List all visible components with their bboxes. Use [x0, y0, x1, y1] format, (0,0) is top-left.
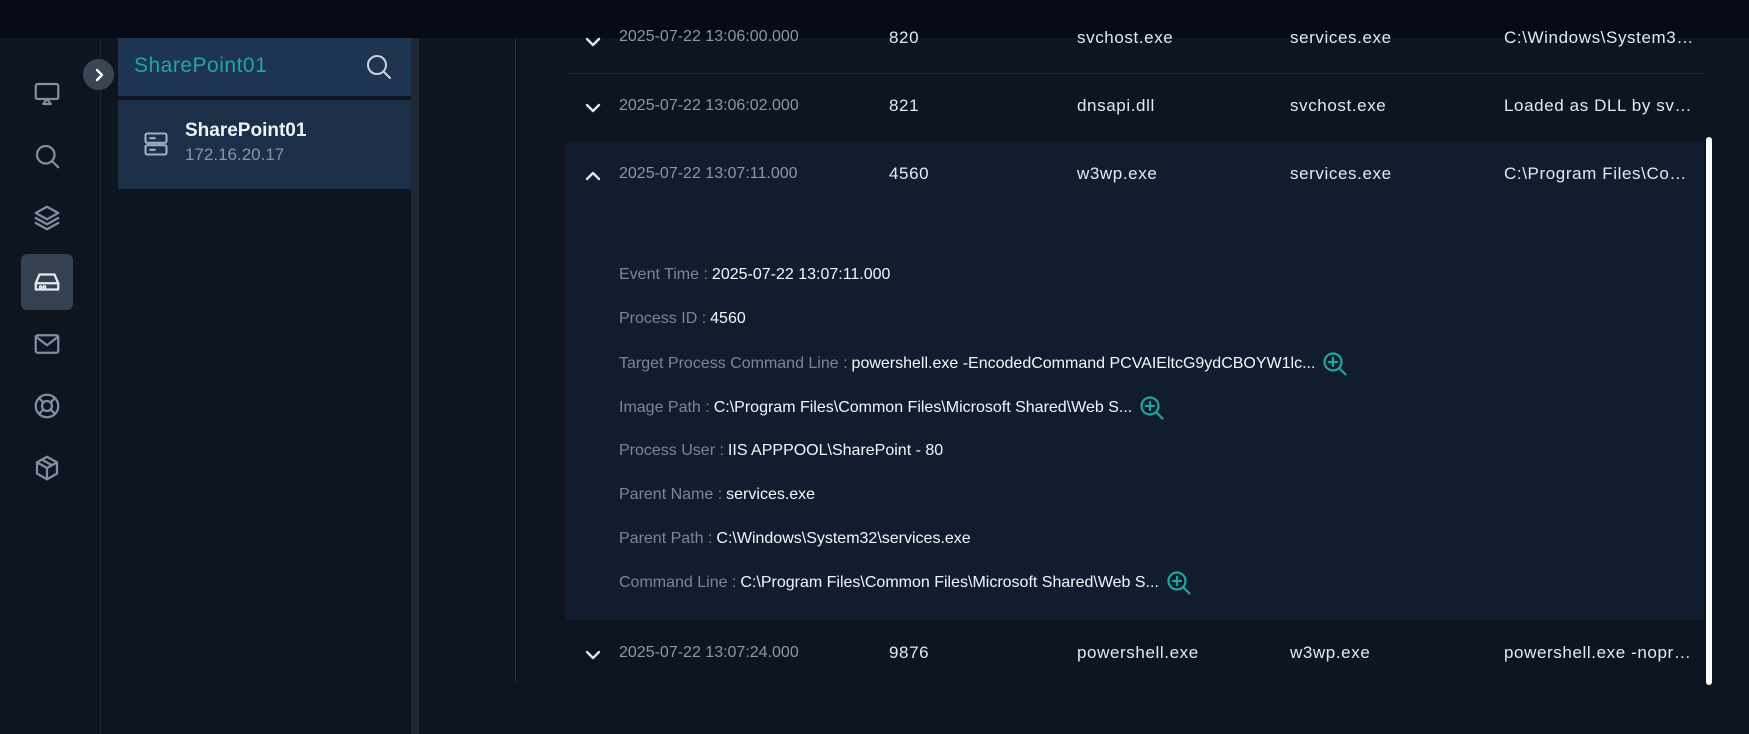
detail-label: Event Time :	[619, 266, 708, 283]
event-process: dnsapi.dll	[1077, 96, 1155, 115]
chevron-up-icon[interactable]	[583, 166, 603, 186]
detail-value: powershell.exe -EncodedCommand PCVAIEltc…	[851, 355, 1316, 372]
tree-line	[515, 38, 516, 683]
table-row[interactable]: 2025-07-22 13:06:02.000 821 dnsapi.dll s…	[566, 74, 1704, 144]
event-parent: w3wp.exe	[1290, 643, 1371, 662]
event-pid: 821	[889, 96, 920, 115]
host-list-item[interactable]: SharePoint01 172.16.20.17	[118, 100, 411, 189]
detail-label: Process User :	[619, 442, 724, 459]
host-panel: SharePoint01 SharePoint01 172.16.20.17	[118, 38, 411, 734]
host-search-icon[interactable]	[363, 51, 395, 83]
detail-label: Parent Path :	[619, 530, 713, 547]
host-ip: 172.16.20.17	[185, 145, 285, 164]
chevron-down-icon[interactable]	[583, 645, 603, 665]
chevron-down-icon[interactable]	[583, 32, 603, 52]
event-time: 2025-07-22 13:06:02.000	[619, 97, 799, 114]
event-pid: 4560	[889, 164, 930, 183]
event-command: Loaded as DLL by svchost.exe	[1504, 96, 1694, 115]
detail-parent-name: Parent Name : services.exe	[619, 486, 815, 504]
table-row[interactable]: 2025-07-22 13:06:00.000 820 svchost.exe …	[566, 20, 1704, 74]
monitor-icon[interactable]	[21, 66, 73, 122]
detail-value: 4560	[710, 310, 746, 327]
search-icon[interactable]	[21, 128, 73, 184]
detail-label: Process ID :	[619, 310, 707, 327]
event-time: 2025-07-22 13:06:00.000	[619, 28, 799, 45]
event-process: powershell.exe	[1077, 643, 1199, 662]
event-pid: 820	[889, 28, 920, 47]
event-parent: services.exe	[1290, 164, 1392, 183]
chevron-down-icon[interactable]	[583, 98, 603, 118]
detail-value: C:\Windows\System32\services.exe	[716, 530, 971, 547]
event-process: svchost.exe	[1077, 28, 1174, 47]
detail-value: C:\Program Files\Common Files\Microsoft …	[740, 574, 1159, 591]
server-icon	[142, 130, 170, 158]
event-command: C:\Program Files\Common Files	[1504, 164, 1694, 183]
expanded-event-row[interactable]: 2025-07-22 13:07:11.000 4560 w3wp.exe se…	[566, 142, 1704, 620]
lifebuoy-icon[interactable]	[21, 378, 73, 434]
host-panel-title: SharePoint01	[134, 54, 268, 77]
detail-label: Command Line :	[619, 574, 737, 591]
detail-process-id: Process ID : 4560	[619, 310, 746, 328]
detail-parent-path: Parent Path : C:\Windows\System32\servic…	[619, 530, 971, 548]
cube-icon[interactable]	[21, 440, 73, 496]
detail-value: C:\Program Files\Common Files\Microsoft …	[713, 399, 1133, 416]
event-parent: services.exe	[1290, 28, 1392, 47]
icon-sidebar	[0, 38, 101, 734]
table-row[interactable]: 2025-07-22 13:07:24.000 9876 powershell.…	[566, 621, 1704, 691]
event-time: 2025-07-22 13:07:11.000	[619, 165, 798, 182]
layers-icon[interactable]	[21, 190, 73, 246]
zoom-in-icon[interactable]	[1138, 394, 1166, 422]
detail-label: Image Path :	[619, 399, 710, 416]
hard-drive-icon[interactable]	[21, 254, 73, 310]
host-name: SharePoint01	[185, 120, 307, 141]
detail-value: IIS APPPOOL\SharePoint - 80	[727, 442, 944, 459]
event-pid: 9876	[889, 643, 930, 662]
event-time: 2025-07-22 13:07:24.000	[619, 644, 799, 661]
detail-target-command-line: Target Process Command Line : powershell…	[619, 350, 1349, 378]
event-command: powershell.exe -noprofile	[1504, 643, 1694, 662]
zoom-in-icon[interactable]	[1321, 350, 1349, 378]
expand-sidebar-button[interactable]	[83, 59, 114, 90]
table-row[interactable]: 2025-07-22 13:07:11.000 4560 w3wp.exe se…	[566, 142, 1704, 212]
detail-label: Target Process Command Line :	[619, 355, 848, 372]
mail-icon[interactable]	[21, 316, 73, 372]
detail-label: Parent Name :	[619, 486, 723, 503]
host-panel-header: SharePoint01	[118, 38, 411, 96]
event-process: w3wp.exe	[1077, 164, 1158, 183]
host-panel-scrollbar[interactable]	[411, 38, 419, 734]
detail-image-path: Image Path : C:\Program Files\Common Fil…	[619, 394, 1166, 422]
event-command: C:\Windows\System32\svchost.exe	[1504, 28, 1694, 47]
detail-value: services.exe	[726, 486, 816, 503]
detail-process-user: Process User : IIS APPPOOL\SharePoint - …	[619, 442, 943, 460]
detail-value: 2025-07-22 13:07:11.000	[711, 266, 891, 283]
chevron-right-icon	[95, 68, 103, 81]
event-parent: svchost.exe	[1290, 96, 1387, 115]
event-list-scrollbar[interactable]	[1706, 137, 1712, 685]
detail-event-time: Event Time : 2025-07-22 13:07:11.000	[619, 266, 890, 284]
detail-command-line: Command Line : C:\Program Files\Common F…	[619, 569, 1193, 597]
zoom-in-icon[interactable]	[1165, 569, 1193, 597]
